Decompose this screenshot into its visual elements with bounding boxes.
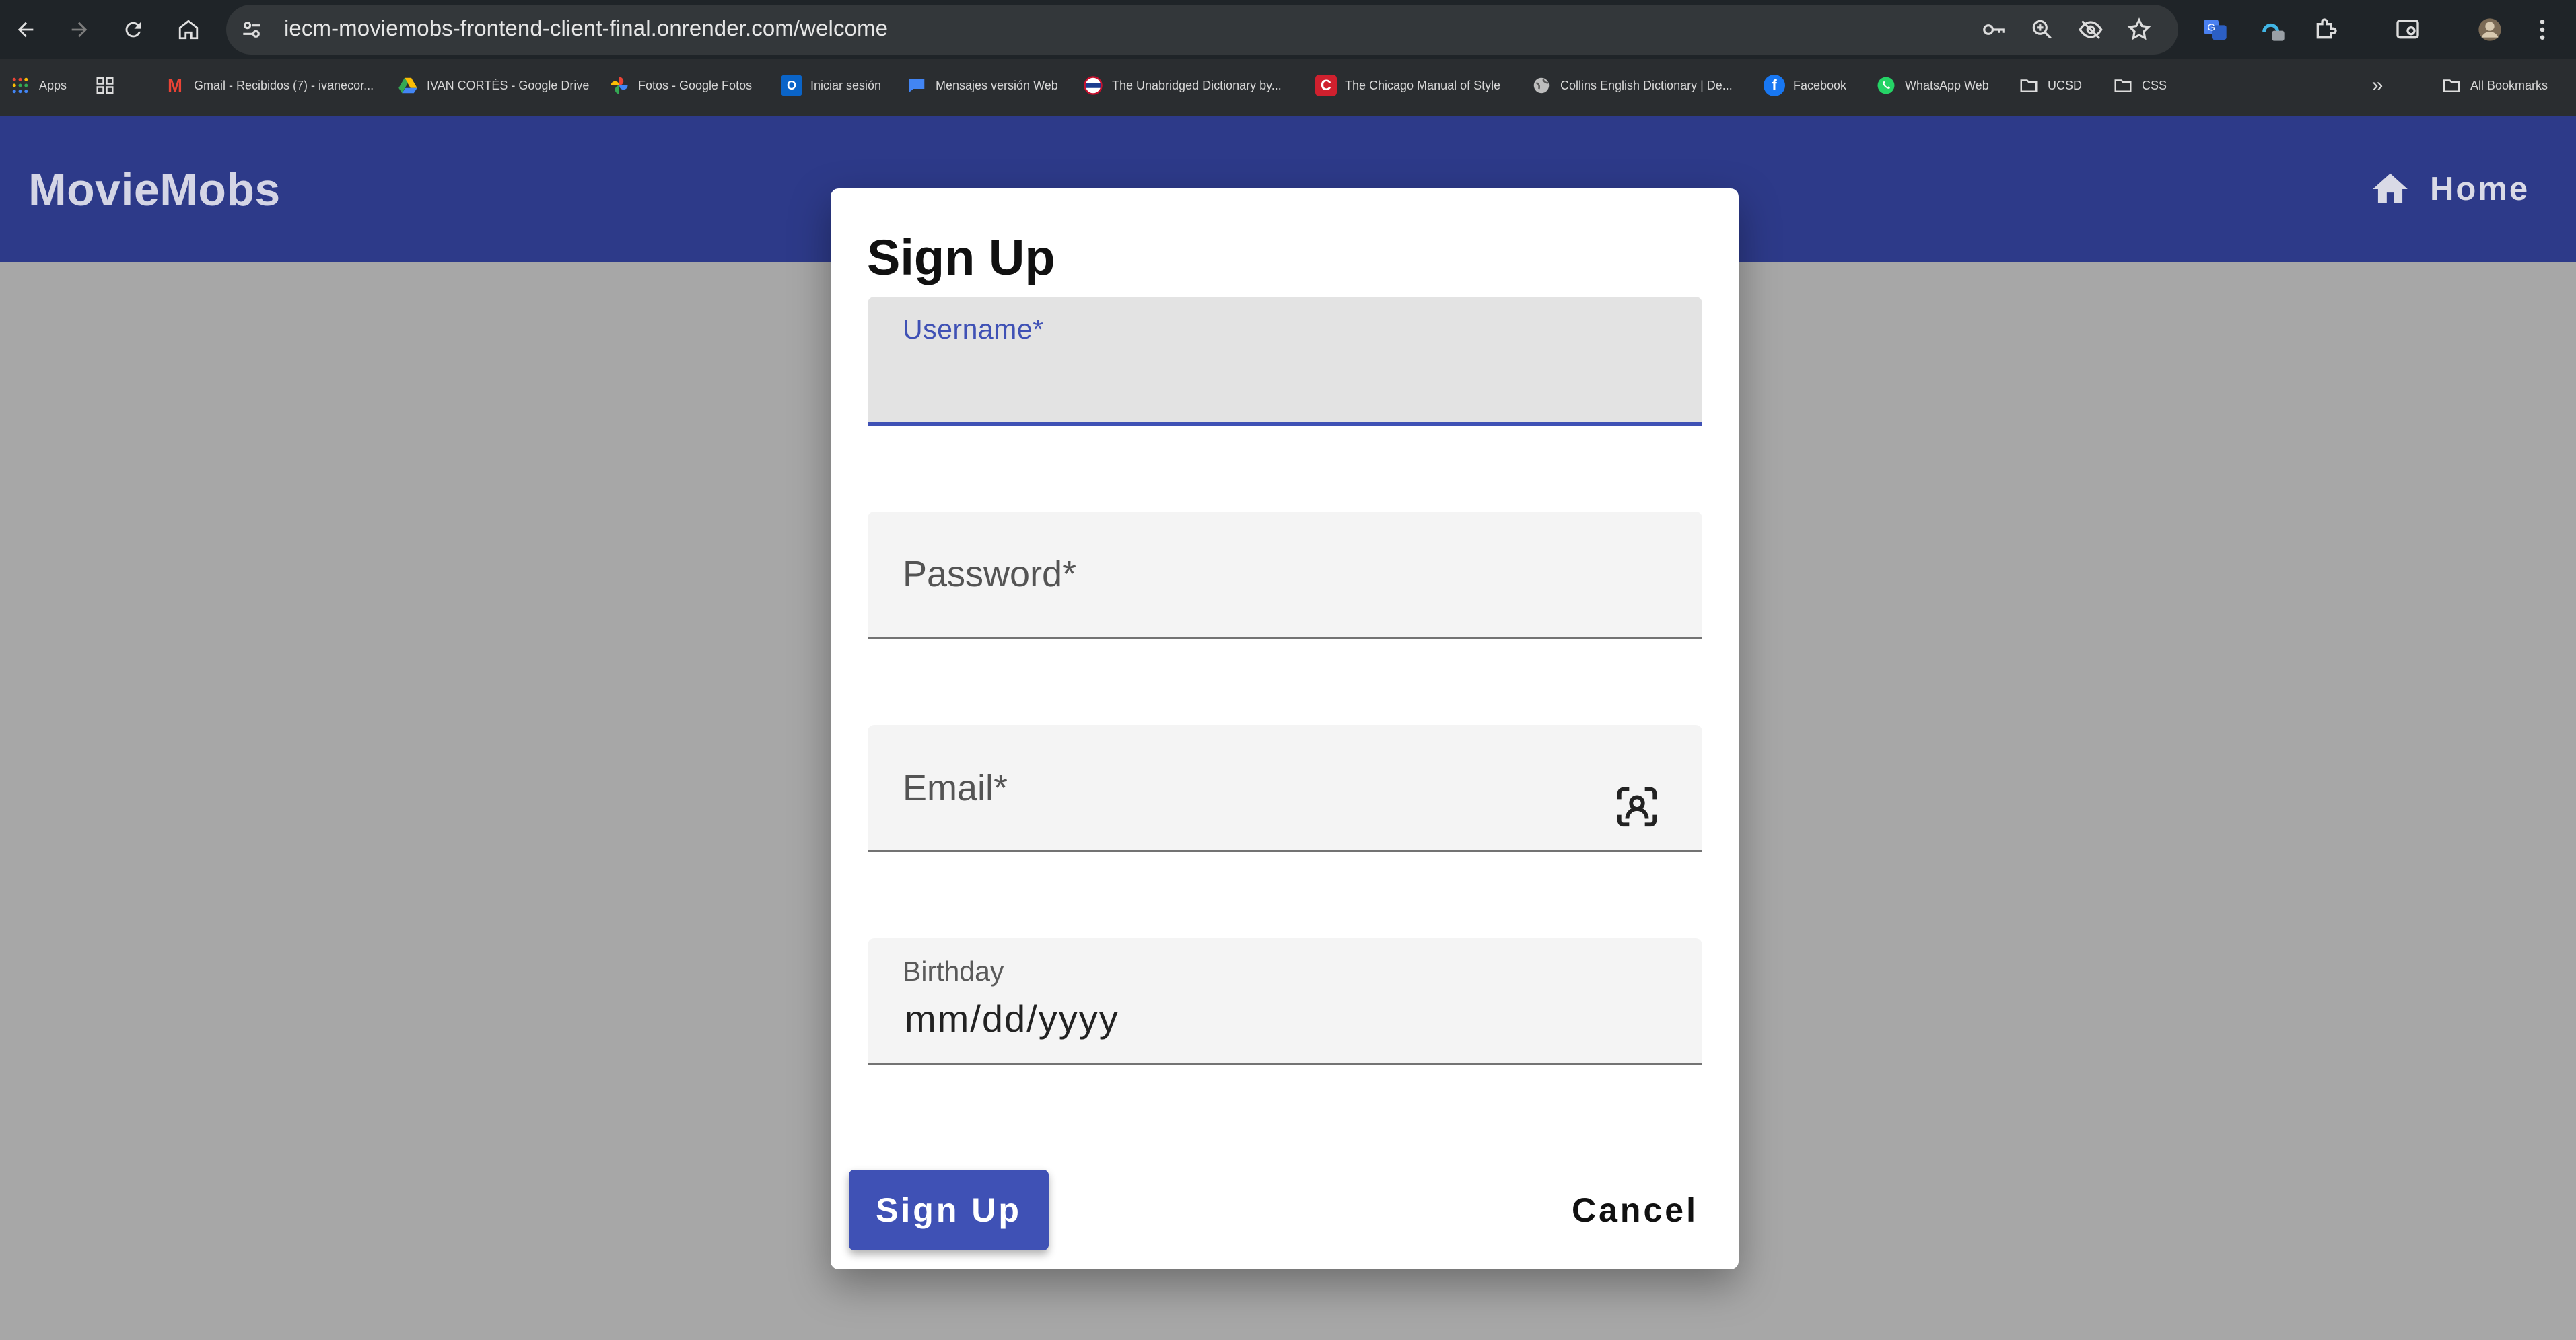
bookmark-google-drive[interactable]: IVAN CORTÉS - Google Drive — [397, 67, 589, 104]
bookmark-whatsapp[interactable]: WhatsApp Web — [1875, 67, 1989, 104]
dialog-title: Sign Up — [867, 230, 1055, 285]
username-label: Username* — [903, 314, 1044, 345]
bookmark-messages[interactable]: Mensajes versión Web — [906, 67, 1058, 104]
extensions-puzzle-icon[interactable] — [2309, 13, 2342, 46]
browser-menu-icon[interactable] — [2526, 13, 2559, 46]
password-label: Password* — [903, 554, 1077, 594]
translate-extension-icon[interactable]: G — [2198, 13, 2232, 46]
home-icon — [2373, 173, 2408, 203]
contact-picker-icon[interactable] — [1613, 783, 1661, 831]
dictionary-icon — [1082, 75, 1104, 96]
home-page-button[interactable] — [171, 12, 206, 47]
signup-submit-button[interactable]: Sign Up — [849, 1170, 1049, 1250]
bookmark-google-photos[interactable]: Fotos - Google Fotos — [608, 67, 752, 104]
whatsapp-icon — [1875, 75, 1897, 96]
house-outline-icon — [178, 20, 199, 40]
bookmark-apps[interactable]: Apps — [9, 67, 67, 104]
home-nav-link[interactable]: Home — [2369, 168, 2530, 210]
side-panel-icon[interactable] — [2391, 13, 2425, 46]
back-arrow-icon — [18, 22, 34, 38]
bookmarks-bar — [0, 59, 2576, 116]
globe-icon — [1531, 75, 1552, 96]
back-button[interactable] — [8, 12, 43, 47]
bookmark-all-bookmarks[interactable]: All Bookmarks — [2441, 67, 2548, 104]
brand-logo-text[interactable]: MovieMobs — [28, 164, 281, 216]
outlook-icon: O — [781, 75, 802, 96]
bookmarks-overflow-chevron[interactable]: » — [2367, 67, 2388, 104]
tab-groups-icon — [94, 75, 116, 96]
reload-button[interactable] — [116, 12, 151, 47]
messages-icon — [906, 75, 928, 96]
facebook-icon: f — [1764, 75, 1785, 96]
cancel-button[interactable]: Cancel — [1562, 1170, 1708, 1250]
bookmark-facebook[interactable]: f Facebook — [1764, 67, 1846, 104]
google-photos-icon — [608, 75, 630, 96]
google-drive-icon — [397, 75, 419, 96]
bookmark-unabridged-dictionary[interactable]: The Unabridged Dictionary by... — [1082, 67, 1282, 104]
home-label: Home — [2430, 171, 2530, 207]
bookmark-outlook[interactable]: O Iniciar sesión — [781, 67, 881, 104]
bookmark-chicago-manual[interactable]: C The Chicago Manual of Style — [1315, 67, 1500, 104]
folder-icon — [2441, 75, 2462, 96]
folder-icon — [2018, 75, 2040, 96]
gmail-icon: M — [168, 75, 182, 96]
password-key-icon[interactable] — [1979, 15, 2009, 44]
email-label: Email* — [903, 768, 1008, 808]
extension-badge-icon[interactable] — [2256, 13, 2290, 46]
bookmark-star-icon[interactable] — [2124, 15, 2154, 44]
apps-grid-icon — [9, 75, 31, 96]
svg-text:G: G — [2207, 22, 2215, 34]
double-chevron-icon: » — [2371, 74, 2383, 96]
bookmark-folder-css[interactable]: CSS — [2112, 67, 2167, 104]
site-info-icon[interactable] — [237, 15, 267, 44]
bookmark-folder-ucsd[interactable]: UCSD — [2018, 67, 2082, 104]
bookmark-gmail[interactable]: M Gmail - Recibidos (7) - ivanecor... — [164, 67, 374, 104]
profile-avatar-icon[interactable] — [2473, 13, 2507, 46]
zoom-icon[interactable] — [2027, 15, 2057, 44]
folder-icon — [2112, 75, 2134, 96]
chicago-manual-icon: C — [1315, 75, 1337, 96]
url-text[interactable]: iecm-moviemobs-frontend-client-final.onr… — [284, 15, 888, 41]
bookmark-collins-dictionary[interactable]: Collins English Dictionary | De... — [1531, 67, 1733, 104]
birthday-label: Birthday — [903, 956, 1004, 987]
reload-icon — [125, 22, 141, 38]
forward-arrow-icon — [71, 22, 88, 38]
eye-off-icon[interactable] — [2076, 15, 2105, 44]
bookmark-tab-groups[interactable] — [94, 67, 116, 104]
forward-button[interactable] — [62, 12, 97, 47]
birthday-date-placeholder[interactable]: mm/dd/yyyy — [905, 997, 1119, 1041]
